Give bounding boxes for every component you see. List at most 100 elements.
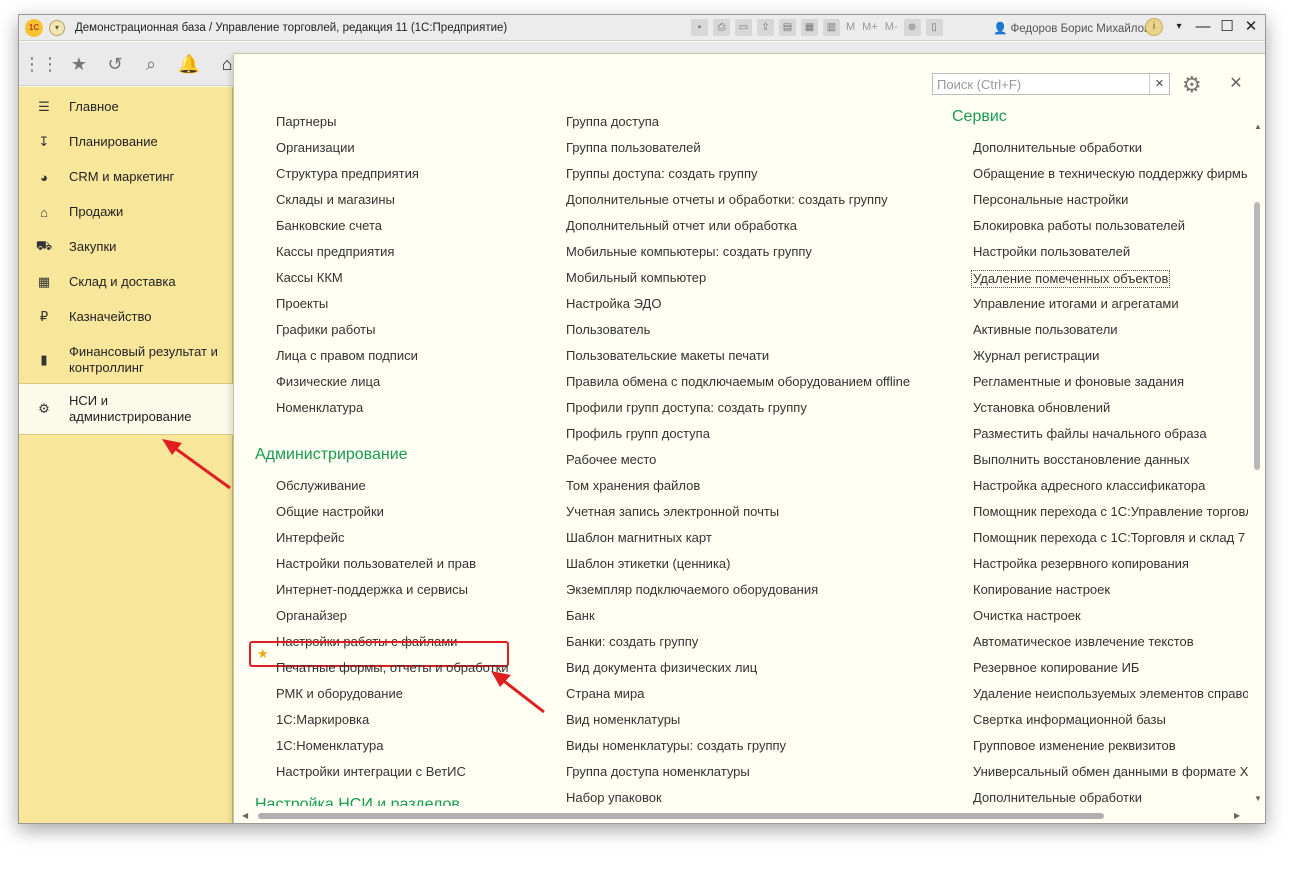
list-item[interactable]: Настройки пользователей	[973, 244, 1130, 260]
list-item[interactable]: Помощник перехода с 1С:Управление торгов…	[973, 504, 1248, 520]
list-item[interactable]: Кассы ККМ	[276, 270, 343, 286]
history-icon[interactable]: ↺	[103, 52, 127, 76]
sidebar-item-main[interactable]: ☰ Главное	[19, 97, 233, 117]
favorites-star-icon[interactable]: ★	[67, 52, 91, 76]
list-item[interactable]: Рабочее место	[566, 452, 656, 468]
list-item[interactable]: Правила обмена с подключаемым оборудован…	[566, 374, 910, 390]
list-item[interactable]: Проекты	[276, 296, 328, 312]
search-input[interactable]	[933, 74, 1149, 94]
list-item[interactable]: Обращение в техническую поддержку фирмы	[973, 166, 1248, 182]
list-item[interactable]: Настройки пользователей и прав	[276, 556, 476, 572]
list-item[interactable]: Настройка ЭДО	[566, 296, 661, 312]
list-item[interactable]: Дополнительный отчет или обработка	[566, 218, 797, 234]
list-item[interactable]: Лица с правом подписи	[276, 348, 418, 364]
list-item[interactable]: Шаблон магнитных карт	[566, 530, 712, 546]
vertical-scroll-thumb[interactable]	[1254, 202, 1260, 470]
print-forms-link[interactable]: Печатные формы, отчеты и обработки	[276, 660, 509, 676]
sidebar-item-planning[interactable]: ↧ Планирование	[19, 132, 233, 152]
list-item[interactable]: Выполнить восстановление данных	[973, 452, 1190, 468]
print-icon[interactable]: ⎙	[713, 19, 730, 36]
clear-search-icon[interactable]: ✕	[1149, 74, 1169, 94]
list-item[interactable]: Мобильный компьютер	[566, 270, 706, 286]
list-item[interactable]: Настройки интеграции с ВетИС	[276, 764, 466, 780]
sidebar-item-crm[interactable]: ◕ CRM и маркетинг	[19, 167, 233, 187]
list-item[interactable]: Группа доступа	[566, 114, 659, 130]
list-item[interactable]: Помощник перехода с 1С:Торговля и склад …	[973, 530, 1245, 546]
list-item[interactable]: Банк	[566, 608, 595, 624]
sidebar-item-warehouse[interactable]: ▦ Склад и доставка	[19, 272, 233, 292]
list-item[interactable]: Разместить файлы начального образа	[973, 426, 1207, 442]
calendar-icon[interactable]: ▥	[823, 19, 840, 36]
list-item[interactable]: Вид номенклатуры	[566, 712, 680, 728]
list-item[interactable]: Структура предприятия	[276, 166, 419, 182]
scroll-right-icon[interactable]: ▶	[1234, 811, 1240, 820]
list-item[interactable]: Шаблон этикетки (ценника)	[566, 556, 730, 572]
list-item[interactable]: Персональные настройки	[973, 192, 1128, 208]
info-icon[interactable]: i	[1145, 18, 1163, 36]
sidebar-item-sales[interactable]: ⌂ Продажи	[19, 202, 233, 222]
zoom-icon[interactable]: ⊕	[903, 19, 921, 36]
list-item[interactable]: Организации	[276, 140, 355, 156]
vertical-scrollbar[interactable]: ▲ ▼	[1248, 120, 1265, 806]
list-item[interactable]: Копирование настроек	[973, 582, 1110, 598]
list-item[interactable]: Резервное копирование ИБ	[973, 660, 1139, 676]
list-item[interactable]: Активные пользователи	[973, 322, 1118, 338]
list-item[interactable]: Склады и магазины	[276, 192, 395, 208]
list-item[interactable]: Вид документа физических лиц	[566, 660, 757, 676]
list-item[interactable]: Установка обновлений	[973, 400, 1110, 416]
scanner-icon[interactable]: ▤	[779, 19, 796, 36]
list-item[interactable]: Универсальный обмен данными в формате XM…	[973, 764, 1248, 780]
list-item[interactable]: Органайзер	[276, 608, 347, 624]
search-icon[interactable]: ⌕	[139, 52, 163, 76]
scroll-down-icon[interactable]: ▼	[1254, 794, 1262, 803]
list-item[interactable]: Учетная запись электронной почты	[566, 504, 779, 520]
list-item[interactable]: Группа пользователей	[566, 140, 701, 156]
list-item[interactable]: РМК и оборудование	[276, 686, 403, 702]
main-menu-dropdown-icon[interactable]: ▾	[49, 19, 65, 36]
memory-minus-button[interactable]: M-	[884, 19, 899, 36]
list-item[interactable]: 1С:Маркировка	[276, 712, 369, 728]
sidebar-item-admin[interactable]: ⚙ НСИ и администрирование	[19, 383, 233, 435]
list-item[interactable]: Том хранения файлов	[566, 478, 700, 494]
list-item[interactable]: Пользователь	[566, 322, 650, 338]
list-item[interactable]: Автоматическое извлечение текстов	[973, 634, 1194, 650]
list-item[interactable]: Общие настройки	[276, 504, 384, 520]
close-panel-icon[interactable]: ✕	[1228, 74, 1244, 94]
sidebar-item-treasury[interactable]: ₽ Казначейство	[19, 307, 233, 327]
list-item[interactable]: Партнеры	[276, 114, 336, 130]
list-item[interactable]: Регламентные и фоновые задания	[973, 374, 1184, 390]
sidebar-item-finance[interactable]: ▮ Финансовый результат и контроллинг	[19, 342, 233, 378]
list-item[interactable]: Профиль групп доступа	[566, 426, 710, 442]
current-user[interactable]: 👤 Федоров Борис Михайлович	[993, 21, 1163, 35]
list-item[interactable]: Виды номенклатуры: создать группу	[566, 738, 786, 754]
list-item[interactable]: Страна мира	[566, 686, 644, 702]
list-item[interactable]: Набор упаковок	[566, 790, 662, 806]
memory-m-button[interactable]: M	[845, 19, 856, 36]
scroll-up-icon[interactable]: ▲	[1254, 122, 1262, 131]
favorite-star-icon[interactable]: ★	[257, 646, 269, 662]
list-item[interactable]: Мобильные компьютеры: создать группу	[566, 244, 812, 260]
minimize-button[interactable]: —	[1195, 18, 1211, 36]
list-item[interactable]: Профили групп доступа: создать группу	[566, 400, 807, 416]
panels-icon[interactable]: ▯	[925, 19, 943, 36]
settings-gear-icon[interactable]: ⚙	[1182, 72, 1210, 98]
list-item[interactable]: 1С:Номенклатура	[276, 738, 383, 754]
list-item[interactable]: Группа доступа номенклатуры	[566, 764, 750, 780]
list-item[interactable]: Интерфейс	[276, 530, 344, 546]
list-item[interactable]: Настройка резервного копирования	[973, 556, 1189, 572]
list-item[interactable]: Кассы предприятия	[276, 244, 394, 260]
upload-icon[interactable]: ⇪	[757, 19, 774, 36]
list-item[interactable]: Графики работы	[276, 322, 375, 338]
notification-bell-icon[interactable]: 🔔	[177, 52, 201, 76]
list-item[interactable]: Банки: создать группу	[566, 634, 698, 650]
list-item[interactable]: Свертка информационной базы	[973, 712, 1166, 728]
maximize-button[interactable]: ☐	[1219, 18, 1235, 36]
list-item[interactable]: Пользовательские макеты печати	[566, 348, 769, 364]
save-icon[interactable]: ▪	[691, 19, 708, 36]
list-item[interactable]: Номенклатура	[276, 400, 363, 416]
list-item[interactable]: Физические лица	[276, 374, 380, 390]
chevron-down-icon[interactable]: ▾	[1171, 18, 1187, 36]
close-window-button[interactable]: ✕	[1243, 18, 1259, 36]
apps-grid-icon[interactable]: ⋮⋮	[23, 52, 59, 76]
list-item[interactable]: Журнал регистрации	[973, 348, 1099, 364]
